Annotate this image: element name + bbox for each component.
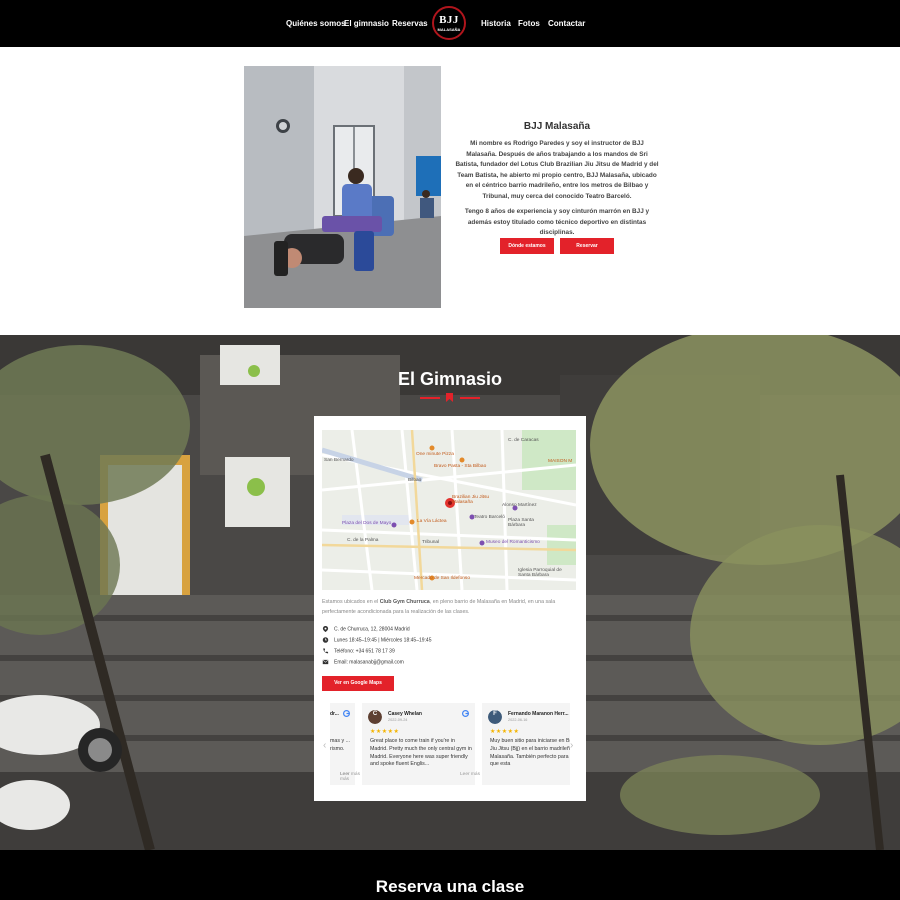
gym-description: Estamos ubicados en el Club Gym Churruca…	[322, 599, 556, 615]
reviews-carousel[interactable]: dr... mas y ... rismo. Leer más C Casey …	[330, 703, 570, 785]
map-label: Plaza Santa Bárbara	[508, 518, 534, 528]
view-google-maps-button[interactable]: Ver en Google Maps	[322, 676, 394, 691]
map-label: Bilbao	[408, 478, 422, 483]
map-label: Iglesia Parroquial de Santa Bárbara	[518, 568, 562, 578]
review-date: 2022-06-16	[508, 718, 528, 722]
map-label: La Vía Láctea	[417, 519, 447, 524]
review-card: F Fernando Maranon Herr... 2022-06-16 ★★…	[460, 703, 570, 785]
reviewer-name: Casey Whelan	[388, 711, 422, 717]
map-label: San Bernardo	[324, 458, 354, 463]
title-divider-left	[420, 397, 440, 399]
map-label: Brazilian Jiu Jitsu Malasaña	[452, 495, 490, 505]
where-we-are-button[interactable]: Dónde estamos	[500, 238, 554, 254]
nav-el-gimnasio[interactable]: El gimnasio	[344, 19, 389, 28]
review-text: Great place to come train if you're in M…	[370, 738, 472, 768]
map-label: Tribunal	[422, 540, 440, 545]
map-label: Museo del Romanticismo	[486, 540, 540, 545]
nav-reservas[interactable]: Reservas	[392, 19, 428, 28]
map-label: C. de Caracas	[508, 438, 539, 443]
phone-icon	[323, 648, 329, 654]
bookmark-icon	[446, 393, 453, 402]
review-date: 2022-09-24	[388, 718, 408, 722]
location-pin-icon	[322, 626, 329, 632]
email-row: Email: malasanabjj@gmail.com	[322, 659, 404, 665]
review-stars: ★★★★★	[490, 729, 520, 735]
address-row: C. de Churruca, 12, 28004 Madrid	[322, 626, 410, 632]
logo-text: BJJ	[439, 14, 459, 26]
title-divider-right	[460, 397, 480, 399]
map-label: Plaza del Dos de Mayo	[342, 521, 392, 526]
phone-row: Teléfono: +34 651 78 17 39	[322, 648, 395, 654]
instructor-training-photo	[244, 66, 441, 308]
read-more-link[interactable]: Leer más	[460, 772, 480, 777]
reserva-title: Reserva una clase	[375, 877, 525, 896]
gym-section-title: El Gimnasio	[397, 369, 503, 389]
carousel-next-icon[interactable]: ›	[570, 740, 573, 751]
logo-subtext: MALASAÑA	[437, 27, 461, 32]
map-label: Teatro Barceló	[474, 515, 505, 520]
nav-contactar[interactable]: Contactar	[548, 19, 585, 28]
map-label: One minute Pizza	[416, 452, 454, 457]
club-name: Club Gym Churruca	[379, 599, 430, 605]
carousel-prev-icon[interactable]: ‹	[323, 740, 326, 751]
about-paragraph-2: Tengo 8 años de experiencia y soy cintur…	[464, 208, 650, 237]
avatar-initial: C	[372, 711, 378, 717]
bjj-malasana-logo[interactable]: BJJ MALASAÑA	[432, 6, 466, 40]
review-text: Muy buen sitio para iniciarse en Brazili…	[490, 738, 570, 768]
hours-row: Lunes 18:45–19:45 | Miércoles 18:45–19:4…	[322, 637, 431, 643]
review-card: C Casey Whelan 2022-09-24 ★★★★★ Great pl…	[340, 703, 475, 785]
google-icon	[343, 710, 350, 717]
reviewer-name: Fernando Maranon Herr...	[508, 711, 569, 717]
review-stars: ★★★★★	[370, 729, 400, 735]
top-navigation: Quiénes somos El gimnasio Reservas BJJ M…	[0, 0, 900, 47]
nav-quienes-somos[interactable]: Quiénes somos	[286, 19, 346, 28]
map-label: Mercado de San Ildefonso	[414, 576, 471, 581]
nav-fotos[interactable]: Fotos	[518, 19, 540, 28]
read-more-link[interactable]: Leer más	[340, 772, 360, 777]
about-title: BJJ Malasaña	[523, 121, 591, 132]
clock-icon	[322, 637, 329, 643]
google-icon	[462, 710, 469, 717]
map-label: C. de la Palma	[347, 538, 379, 543]
envelope-icon	[322, 659, 329, 665]
about-paragraph-1: Mi nombre es Rodrigo Paredes y soy el in…	[455, 140, 659, 200]
location-map[interactable]: C. de Caracas San Bernardo One minute Pi…	[322, 430, 576, 590]
map-label: Bravo Pasta - Sta Bilbao	[434, 464, 487, 469]
map-label: MAISON M	[548, 459, 573, 464]
map-label: Alonso Martínez	[502, 503, 537, 508]
reserve-button[interactable]: Reservar	[560, 238, 614, 254]
avatar-initial: F	[493, 711, 497, 717]
nav-historia[interactable]: Historia	[481, 19, 511, 28]
